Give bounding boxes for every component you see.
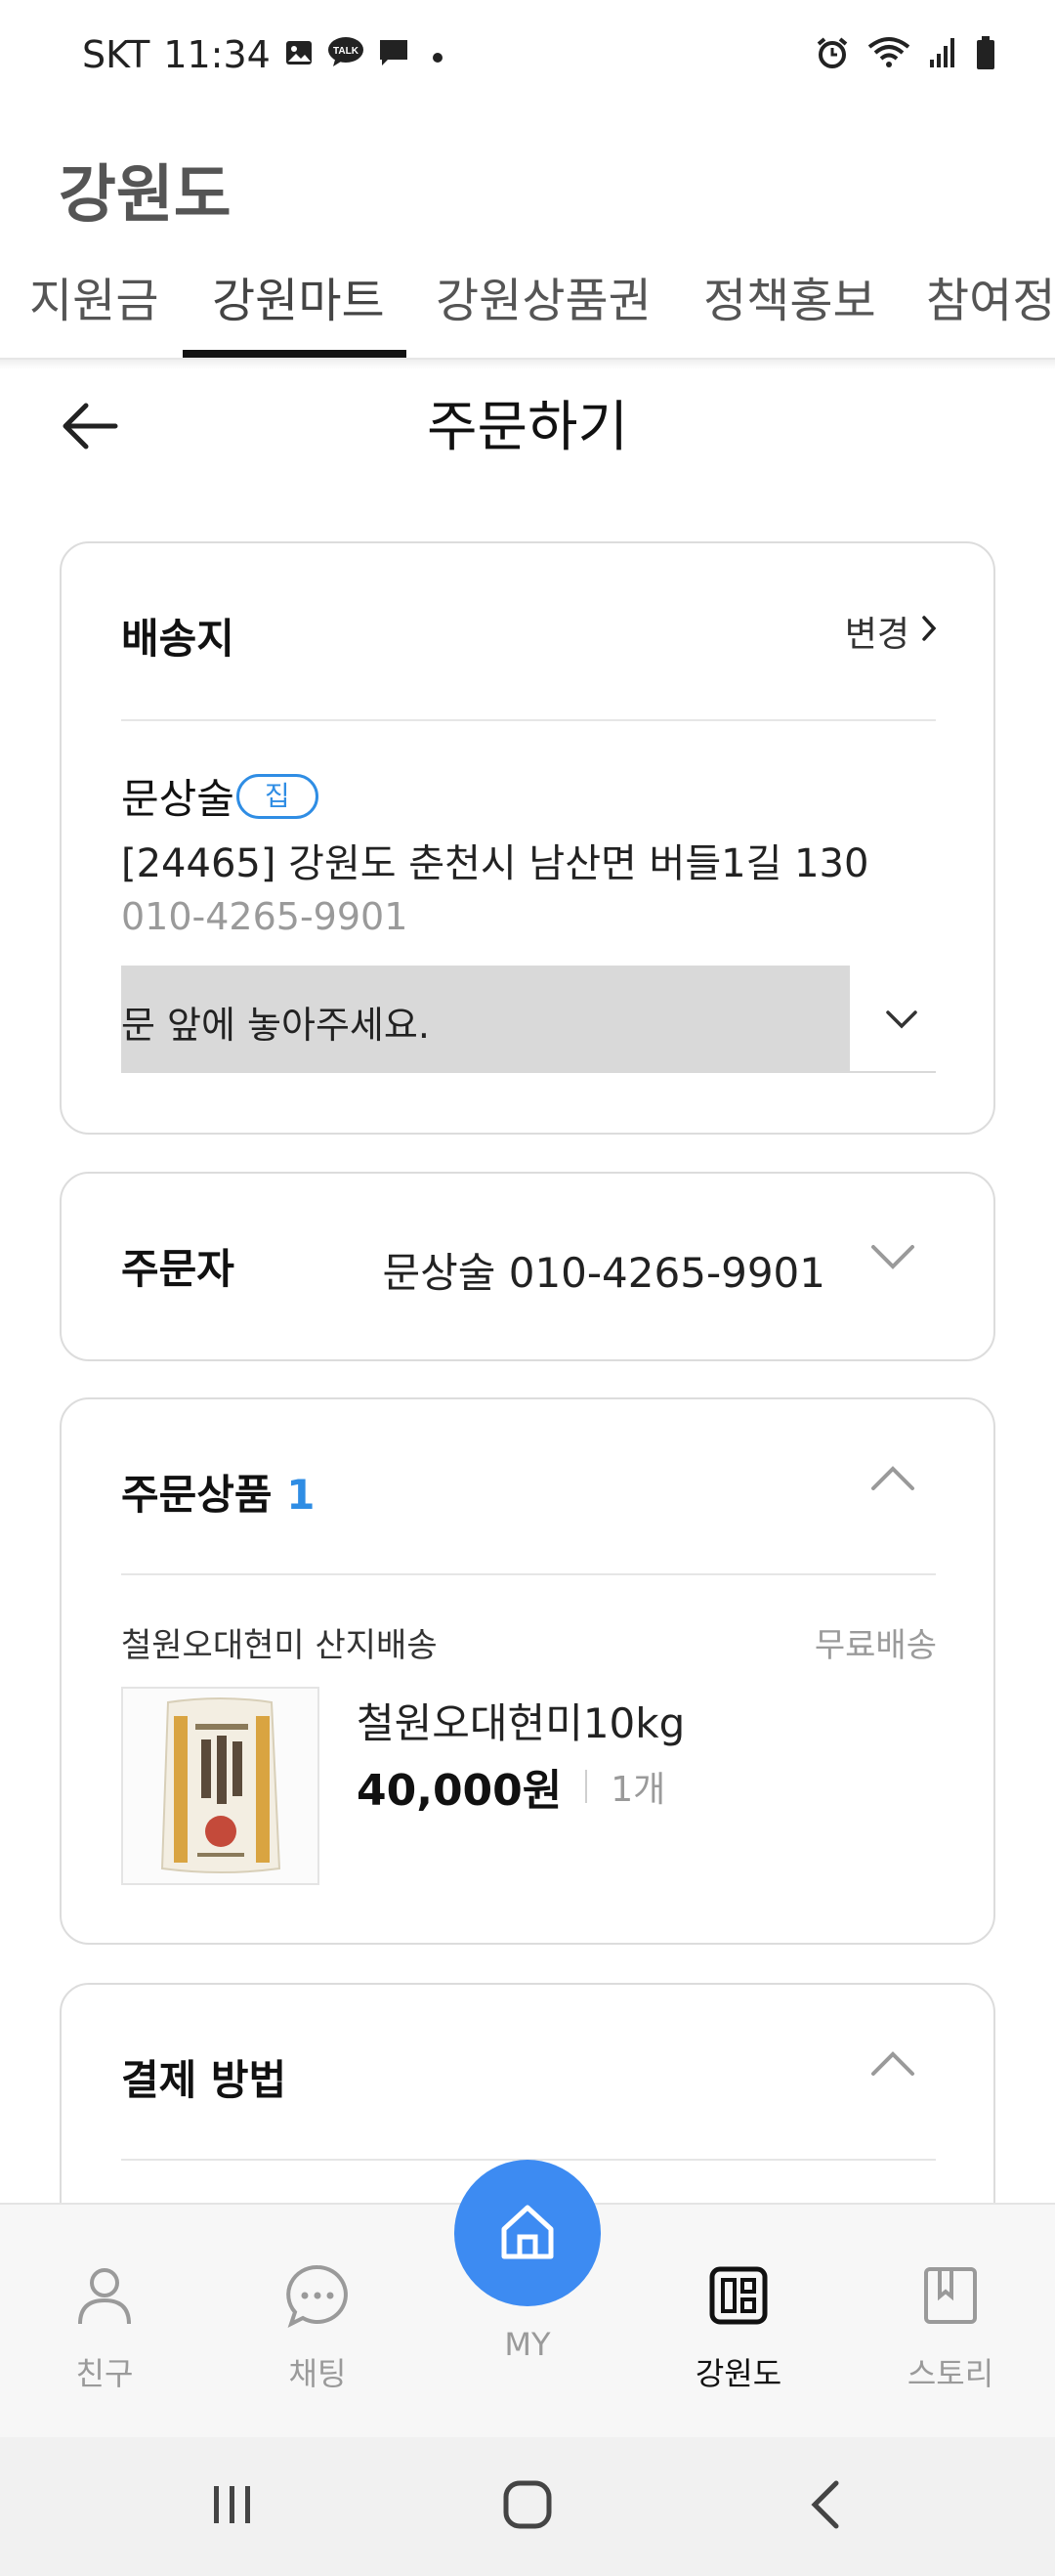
- tab-policy-promo[interactable]: 정책홍보: [703, 266, 876, 358]
- product-quantity: 1개: [611, 1770, 666, 1810]
- chevron-down-icon: [877, 995, 926, 1044]
- seller-name: 철원오대현미 산지배송: [121, 1626, 438, 1665]
- status-bar-right: [815, 35, 996, 74]
- change-label: 변경: [844, 615, 909, 655]
- message-icon: [378, 33, 409, 76]
- price-separator: [585, 1770, 588, 1803]
- tab-support-fund[interactable]: 지원금: [29, 266, 158, 358]
- page-title: 주문하기: [426, 396, 629, 459]
- system-home-button[interactable]: [488, 2472, 567, 2541]
- delivery-heading: 배송지: [121, 615, 234, 663]
- category-tabs: 지원금 강원마트 강원상품권 정책홍보 참여정책: [0, 252, 1055, 360]
- recipient-name: 문상술: [121, 775, 234, 823]
- product-price-row: 40,000원 1개: [357, 1755, 665, 1818]
- battery-icon: [975, 35, 996, 74]
- nav-chat[interactable]: 채팅: [244, 2263, 391, 2394]
- delivery-address: [24465] 강원도 춘천시 남산면 버들1길 130: [121, 841, 869, 886]
- home-fab-button[interactable]: [454, 2160, 601, 2306]
- delivery-card: 배송지 변경 문상술 집 [24465] 강원도 춘천시 남산면 버들1길 13…: [60, 541, 995, 1135]
- change-address-button[interactable]: 변경: [845, 606, 939, 657]
- system-back-button[interactable]: [787, 2472, 865, 2541]
- back-button[interactable]: [51, 389, 129, 467]
- talk-badge-text: TALK: [333, 46, 359, 57]
- delivery-memo-select[interactable]: 문 앞에 놓아주세요.: [121, 966, 936, 1073]
- tab-gangwon-voucher[interactable]: 강원상품권: [436, 266, 652, 358]
- chevron-up-icon[interactable]: [870, 1464, 915, 1497]
- order-items-card: 주문상품 1 철원오대현미 산지배송 무료배송 철원오대현미10kg 40,00…: [60, 1397, 995, 1945]
- product-name: 철원오대현미10kg: [357, 1699, 686, 1747]
- home-icon: [496, 2200, 559, 2266]
- tab-gangwon-mart[interactable]: 강원마트: [212, 266, 385, 358]
- home-badge: 집: [235, 773, 318, 819]
- person-icon: [72, 2263, 137, 2332]
- status-bar: SKT 11:34 TALK: [0, 0, 1055, 112]
- orderer-heading: 주문자: [121, 1245, 234, 1293]
- chevron-right-icon: [919, 612, 939, 652]
- shipping-label: 무료배송: [814, 1626, 937, 1665]
- nav-friends[interactable]: 친구: [31, 2263, 178, 2394]
- header-shadow: [0, 360, 1055, 369]
- product-price: 40,000원: [357, 1766, 563, 1816]
- alarm-icon: [815, 35, 850, 74]
- order-items-heading: 주문상품 1: [121, 1462, 315, 1522]
- wifi-icon: [867, 35, 910, 74]
- arrow-left-icon: [61, 402, 119, 454]
- chevron-up-icon[interactable]: [870, 2049, 915, 2082]
- nav-gangwon[interactable]: 강원도: [665, 2263, 812, 2394]
- app-title: 강원도: [59, 159, 232, 232]
- nav-story[interactable]: 스토리: [877, 2263, 1024, 2394]
- tab-participation-policy[interactable]: 참여정책: [926, 266, 1055, 358]
- recent-apps-icon: [208, 2482, 257, 2531]
- chevron-left-icon: [807, 2479, 846, 2534]
- active-tab-indicator: [183, 350, 406, 358]
- gallery-icon: [284, 33, 314, 76]
- nav-friends-label: 친구: [75, 2355, 134, 2392]
- home-square-icon: [502, 2479, 553, 2534]
- recipient-phone: 010-4265-9901: [121, 895, 408, 938]
- nav-story-label: 스토리: [907, 2355, 994, 2392]
- nav-chat-label: 채팅: [288, 2355, 347, 2392]
- status-bar-left: SKT 11:34 TALK: [82, 33, 452, 76]
- product-thumbnail[interactable]: [121, 1687, 319, 1885]
- recipient-row: 문상술 집: [121, 766, 318, 826]
- book-icon: [918, 2263, 983, 2332]
- nav-gangwon-label: 강원도: [695, 2355, 782, 2392]
- delivery-divider: [121, 719, 936, 721]
- carrier-label: SKT: [82, 33, 150, 76]
- signal-icon: [928, 36, 957, 73]
- chevron-down-icon: [870, 1242, 915, 1275]
- nav-my-label: MY: [504, 2326, 551, 2363]
- orderer-info: 문상술 010-4265-9901: [382, 1249, 825, 1297]
- orderer-card[interactable]: 주문자 문상술 010-4265-9901: [60, 1172, 995, 1361]
- system-nav-bar: [0, 2437, 1055, 2576]
- clock: 11:34: [163, 33, 271, 76]
- recent-apps-button[interactable]: [193, 2472, 272, 2541]
- order-items-divider: [121, 1573, 936, 1575]
- grid-icon: [706, 2263, 771, 2332]
- delivery-memo: 문 앞에 놓아주세요.: [121, 1004, 430, 1047]
- order-items-count: 1: [286, 1471, 316, 1519]
- payment-heading: 결제 방법: [121, 2056, 287, 2104]
- dot-icon: [423, 33, 452, 76]
- talk-icon: TALK: [327, 33, 364, 76]
- bottom-nav: 친구 채팅 MY 강원도 스토리: [0, 2160, 1055, 2437]
- chat-bubble-icon: [285, 2263, 350, 2332]
- order-items-heading-label: 주문상품: [121, 1471, 273, 1519]
